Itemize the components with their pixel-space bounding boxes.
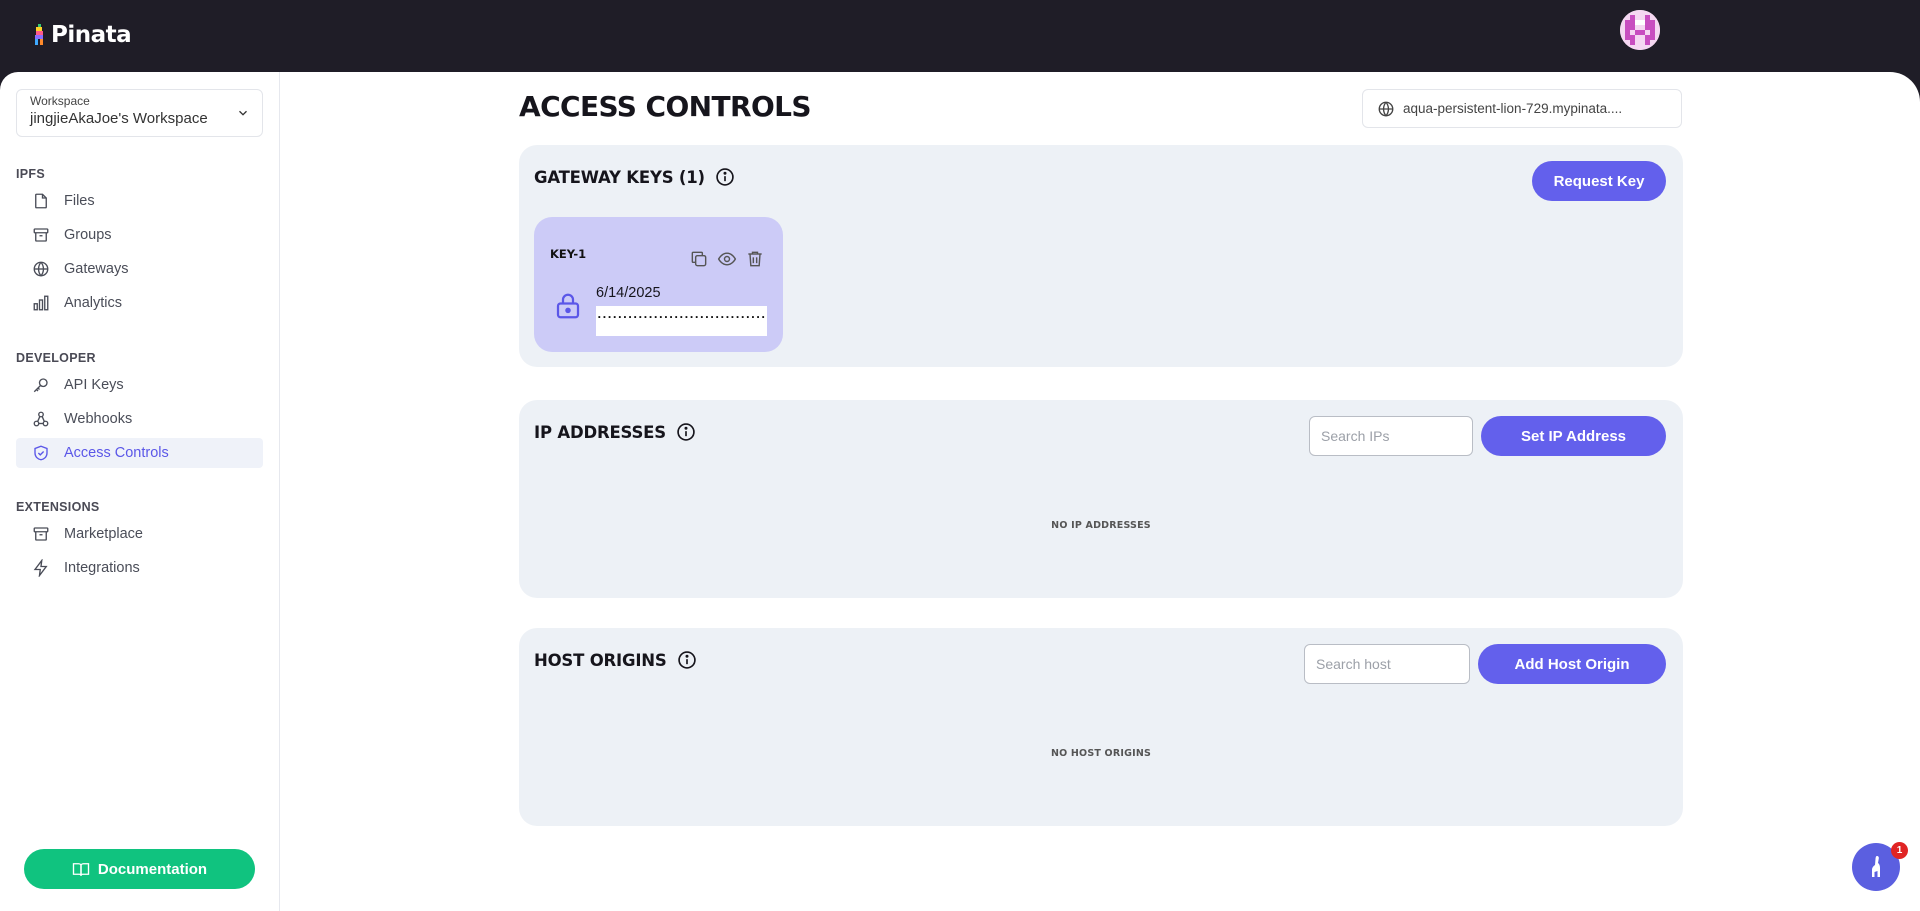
chevron-down-icon bbox=[239, 110, 247, 116]
lock-icon bbox=[556, 293, 580, 319]
sidebar-item-label: Files bbox=[64, 193, 95, 209]
info-icon[interactable] bbox=[715, 167, 735, 187]
section-title-extensions: EXTENSIONS bbox=[16, 500, 100, 514]
key-name: KEY-1 bbox=[550, 247, 587, 261]
workspace-selector[interactable]: Workspace jingjieAkaJoe's Workspace bbox=[16, 89, 263, 137]
top-bar: Pinata bbox=[0, 0, 1920, 72]
host-origins-title: HOST ORIGINS bbox=[534, 650, 667, 670]
trash-icon[interactable] bbox=[745, 249, 765, 269]
webhook-icon bbox=[33, 411, 49, 427]
avatar-pattern-icon bbox=[1620, 10, 1660, 50]
ip-addresses-heading: IP ADDRESSES bbox=[534, 422, 696, 442]
llama-icon bbox=[1872, 856, 1880, 877]
notification-badge: 1 bbox=[1891, 842, 1908, 859]
add-host-origin-button[interactable]: Add Host Origin bbox=[1478, 644, 1666, 684]
user-avatar[interactable] bbox=[1620, 10, 1660, 50]
ip-addresses-title: IP ADDRESSES bbox=[534, 422, 666, 442]
ip-addresses-card: IP ADDRESSES Set IP Address NO IP ADDRES… bbox=[519, 400, 1683, 598]
sidebar-item-label: Access Controls bbox=[64, 445, 169, 461]
sidebar-item-access-controls[interactable]: Access Controls bbox=[16, 438, 263, 468]
sidebar-item-integrations[interactable]: Integrations bbox=[16, 553, 263, 583]
app-shell: Workspace jingjieAkaJoe's Workspace IPFS… bbox=[0, 72, 1920, 911]
file-icon bbox=[35, 193, 47, 209]
sidebar-item-label: Gateways bbox=[64, 261, 129, 277]
brand-name: Pinata bbox=[51, 22, 132, 48]
gateway-selector[interactable]: aqua-persistent-lion-729.mypinata.... bbox=[1362, 89, 1682, 128]
sidebar-item-label: Webhooks bbox=[64, 411, 133, 427]
bar-chart-icon bbox=[33, 295, 49, 311]
info-icon[interactable] bbox=[676, 422, 696, 442]
sidebar-item-label: Integrations bbox=[64, 560, 140, 576]
gateway-keys-card: GATEWAY KEYS (1) Request Key KEY-1 6/14/… bbox=[519, 145, 1683, 367]
eye-icon[interactable] bbox=[717, 249, 737, 269]
shield-check-icon bbox=[34, 445, 48, 461]
set-ip-address-button[interactable]: Set IP Address bbox=[1481, 416, 1666, 456]
gateway-key-card: KEY-1 6/14/2025 ························… bbox=[534, 217, 783, 352]
page-title: ACCESS CONTROLS bbox=[519, 90, 812, 123]
empty-state-label: NO IP ADDRESSES bbox=[1051, 520, 1151, 531]
sidebar-item-label: Analytics bbox=[64, 295, 123, 311]
key-actions bbox=[689, 249, 765, 269]
copy-icon[interactable] bbox=[689, 249, 709, 269]
key-secret-masked: ································· bbox=[596, 306, 767, 336]
workspace-name: jingjieAkaJoe's Workspace bbox=[30, 110, 208, 127]
sidebar-item-analytics[interactable]: Analytics bbox=[16, 288, 263, 318]
key-icon bbox=[33, 378, 48, 393]
book-open-icon bbox=[72, 863, 90, 876]
section-title-ipfs: IPFS bbox=[16, 167, 45, 181]
info-icon[interactable] bbox=[677, 650, 697, 670]
gateway-url: aqua-persistent-lion-729.mypinata.... bbox=[1403, 101, 1623, 116]
archive-icon bbox=[33, 228, 49, 242]
globe-icon bbox=[1378, 101, 1394, 117]
sidebar-item-groups[interactable]: Groups bbox=[16, 220, 263, 250]
pinata-logo[interactable]: Pinata bbox=[33, 22, 132, 48]
host-origins-heading: HOST ORIGINS bbox=[534, 650, 697, 670]
sidebar-item-label: Groups bbox=[64, 227, 112, 243]
archive-icon bbox=[33, 527, 49, 541]
sidebar-item-webhooks[interactable]: Webhooks bbox=[16, 404, 263, 434]
host-origins-card: HOST ORIGINS Add Host Origin NO HOST ORI… bbox=[519, 628, 1683, 826]
gateway-keys-title: GATEWAY KEYS (1) bbox=[534, 167, 705, 187]
sidebar-item-gateways[interactable]: Gateways bbox=[16, 254, 263, 284]
sidebar: Workspace jingjieAkaJoe's Workspace IPFS… bbox=[0, 72, 280, 911]
workspace-caption: Workspace bbox=[30, 94, 90, 108]
sidebar-item-files[interactable]: Files bbox=[16, 186, 263, 216]
documentation-button[interactable]: Documentation bbox=[24, 849, 255, 889]
search-ips-input[interactable] bbox=[1309, 416, 1473, 456]
documentation-label: Documentation bbox=[97, 860, 208, 878]
empty-state-label: NO HOST ORIGINS bbox=[1050, 748, 1152, 759]
sidebar-item-api-keys[interactable]: API Keys bbox=[16, 370, 263, 400]
gateway-keys-heading: GATEWAY KEYS (1) bbox=[534, 167, 735, 187]
bolt-icon bbox=[33, 559, 48, 577]
section-title-developer: DEVELOPER bbox=[16, 351, 96, 365]
pinata-logo-icon bbox=[35, 24, 43, 45]
sidebar-item-label: API Keys bbox=[64, 377, 124, 393]
sidebar-item-label: Marketplace bbox=[64, 526, 143, 542]
search-host-input[interactable] bbox=[1304, 644, 1470, 684]
sidebar-item-marketplace[interactable]: Marketplace bbox=[16, 519, 263, 549]
request-key-button[interactable]: Request Key bbox=[1532, 161, 1666, 201]
globe-icon bbox=[33, 261, 49, 277]
key-date: 6/14/2025 bbox=[596, 285, 661, 301]
